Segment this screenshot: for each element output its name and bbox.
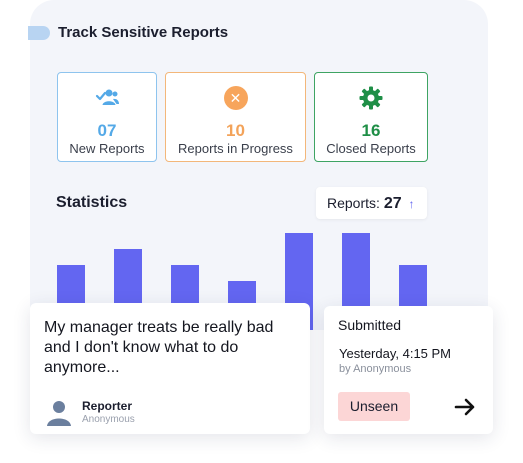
new-reports-count: 07 <box>97 121 117 140</box>
reports-total-pill: Reports: 27 ↑ <box>316 187 427 219</box>
progress-reports-count: 10 <box>226 121 245 140</box>
progress-reports-label: Reports in Progress <box>178 141 293 156</box>
submission-time: Yesterday, 4:15 PM <box>339 346 452 361</box>
dashboard-stage: Track Sensitive Reports 07 New Reports ✕… <box>0 0 523 463</box>
closed-reports-label: Closed Reports <box>326 141 416 156</box>
users-check-icon <box>94 85 120 111</box>
x-circle-icon: ✕ <box>223 85 249 111</box>
decorative-pill <box>28 26 50 40</box>
report-message-card[interactable]: My manager treats be really bad and I do… <box>30 303 310 434</box>
submission-card[interactable]: Submitted Yesterday, 4:15 PM by Anonymou… <box>324 306 493 434</box>
progress-reports-card[interactable]: ✕ 10 Reports in Progress <box>165 72 306 162</box>
report-message-text: My manager treats be really bad and I do… <box>44 319 274 376</box>
closed-reports-count: 16 <box>361 121 381 140</box>
reporter-name: Reporter <box>82 399 133 413</box>
new-reports-label: New Reports <box>69 141 145 156</box>
reports-label: Reports: <box>327 195 380 211</box>
submission-author: by Anonymous <box>339 363 412 375</box>
new-reports-card[interactable]: 07 New Reports <box>57 72 157 162</box>
reporter-anonymity: Anonymous <box>82 414 135 425</box>
arrow-right-icon[interactable] <box>454 397 476 417</box>
page-title: Track Sensitive Reports <box>58 24 229 41</box>
reports-count: 27 <box>383 195 402 212</box>
gear-icon <box>358 85 384 111</box>
avatar-icon <box>46 399 72 427</box>
closed-reports-card[interactable]: 16 Closed Reports <box>314 72 428 162</box>
statistics-title: Statistics <box>56 194 128 211</box>
submission-title: Submitted <box>338 317 402 333</box>
arrow-up-icon: ↑ <box>408 197 415 211</box>
status-badge: Unseen <box>338 392 410 421</box>
